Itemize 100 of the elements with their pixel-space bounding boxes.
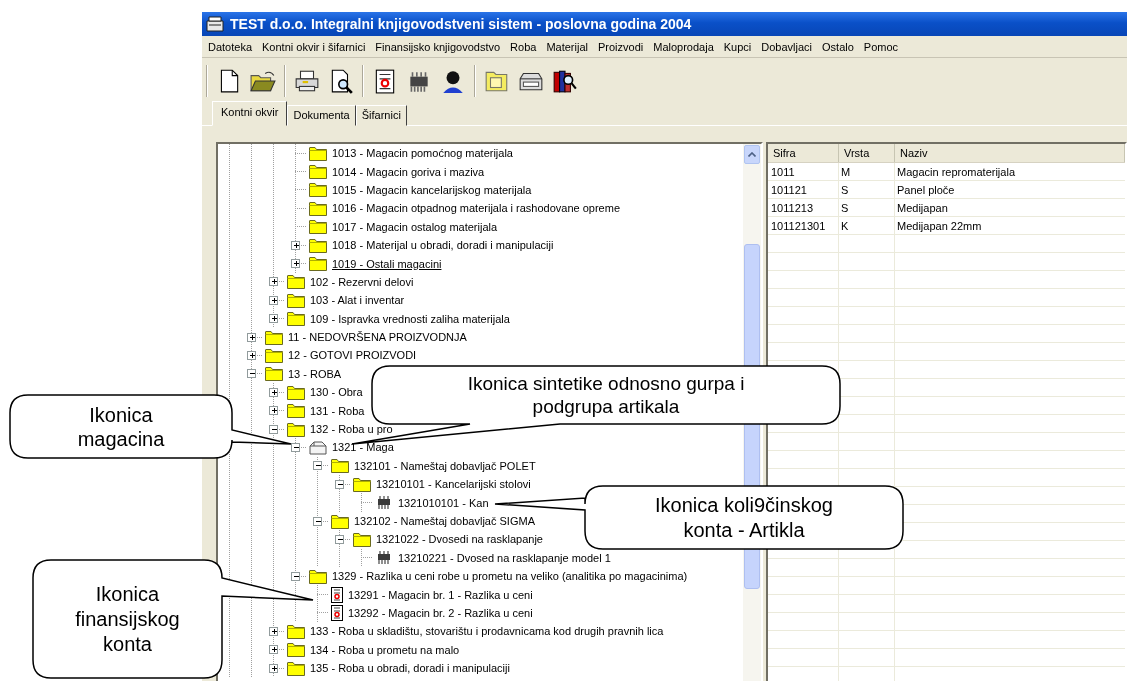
collapse-toggle[interactable] <box>268 424 278 434</box>
table-cell-text: K <box>840 219 850 234</box>
chip-icon <box>375 550 393 566</box>
tree-item[interactable]: 1017 - Magacin ostalog materijala <box>332 220 498 233</box>
folder-icon <box>265 366 283 382</box>
tree-item[interactable]: 133 - Roba u skladištu, stovarištu i prodavnicama kod drugih pravnih lica <box>310 625 664 638</box>
folder-icon <box>287 623 305 639</box>
tab[interactable]: Šifarnici <box>355 105 407 126</box>
tree-item[interactable]: 1321 - Maga <box>332 441 394 454</box>
expand-toggle[interactable] <box>268 295 278 305</box>
folder-icon <box>265 329 283 345</box>
column-header[interactable]: Naziv <box>895 144 1125 162</box>
tree-item[interactable]: 1019 - Ostali magacini <box>332 257 442 270</box>
expand-toggle[interactable] <box>246 332 256 342</box>
minus-icon <box>338 481 343 487</box>
plus-icon <box>272 628 277 634</box>
tree-item[interactable]: 132102 - Nameštaj dobavljač SIGMA <box>354 515 535 527</box>
tree-item[interactable]: 1329 - Razlika u ceni robe u prometu na veliko (analitika po magacinima) <box>332 570 688 583</box>
menu-item[interactable]: Finansijsko knjigovodstvo <box>375 40 501 53</box>
column-header[interactable]: Vrsta <box>839 144 895 162</box>
menu-item[interactable]: Pomoc <box>863 40 899 53</box>
tree-item[interactable]: 12 - GOTOVI PROIZVODI <box>288 349 417 362</box>
folder-icon <box>287 660 305 676</box>
expand-toggle[interactable] <box>268 314 278 324</box>
tree-item[interactable]: 1014 - Magacin goriva i maziva <box>332 165 485 178</box>
collapse-toggle[interactable] <box>334 479 344 489</box>
expand-toggle[interactable] <box>268 626 278 636</box>
tree-item[interactable]: 135 - Roba u obradi, doradi i manipulaciji <box>310 662 510 675</box>
tree-item[interactable]: 1321010101 - Kan <box>398 496 489 509</box>
expand-toggle[interactable] <box>268 645 278 655</box>
folder-icon <box>309 200 327 216</box>
tree-item[interactable]: 1015 - Magacin kancelarijskog materijala <box>332 183 532 196</box>
minus-icon <box>250 371 255 377</box>
minus-icon <box>272 426 277 432</box>
folder-icon <box>309 164 327 180</box>
folder-icon <box>287 642 305 658</box>
expand-toggle[interactable] <box>268 387 278 397</box>
expand-toggle[interactable] <box>268 406 278 416</box>
expand-toggle[interactable] <box>290 259 300 269</box>
document-icon <box>331 586 343 603</box>
books-icon[interactable] <box>552 68 578 94</box>
table-cell-text: Medijapan <box>896 201 949 216</box>
tree-item[interactable]: 13210101 - Kancelarijski stolovi <box>376 478 531 491</box>
menu-item[interactable]: Ostalo <box>822 40 854 53</box>
column-header[interactable]: Sifra <box>768 144 839 162</box>
collapse-toggle[interactable] <box>290 442 300 452</box>
menu-item[interactable]: Roba <box>510 40 537 53</box>
tree-item[interactable]: 1013 - Magacin pomoćnog materijala <box>332 147 513 160</box>
menu-item[interactable]: Dobavljaci <box>761 40 813 53</box>
tree-item[interactable]: 13210221 - Dvosed na rasklapanje model 1 <box>398 551 611 564</box>
tree-item[interactable]: 109 - Ispravka vrednosti zaliha materijala <box>310 312 510 325</box>
menu-item[interactable]: Proizvodi <box>597 40 644 53</box>
menu-item[interactable]: Materijal <box>546 40 588 53</box>
menu-item[interactable]: Maloprodaja <box>653 40 714 53</box>
collapse-toggle[interactable] <box>290 571 300 581</box>
tree-item[interactable]: 1016 - Magacin otpadnog materijala i rashodovane opreme <box>332 202 620 215</box>
collapse-toggle[interactable] <box>334 534 344 544</box>
scroll-up-button[interactable] <box>744 145 760 164</box>
expand-toggle[interactable] <box>290 240 300 250</box>
tree-item[interactable]: 1018 - Materijal u obradi, doradi i manipulaciji <box>332 239 554 252</box>
app-icon <box>206 16 224 32</box>
box-icon <box>309 439 327 455</box>
collapse-toggle[interactable] <box>312 516 322 526</box>
callout-text: Ikonica finansijskog konta <box>75 581 180 657</box>
collapse-toggle[interactable] <box>312 461 322 471</box>
collapse-toggle[interactable] <box>246 369 256 379</box>
tree-item[interactable]: 13291 - Magacin br. 1 - Razlika u ceni <box>348 588 533 601</box>
tree-item[interactable]: 1321022 - Dvosedi na rasklapanje <box>376 533 543 546</box>
table-cell-text: 101121 <box>770 183 808 198</box>
folder-icon <box>309 182 327 198</box>
minus-icon <box>338 536 343 542</box>
menu-item[interactable]: Kupci <box>723 40 752 53</box>
menu-item[interactable]: Datoteka <box>208 40 253 53</box>
tree-item[interactable]: 13 - ROBA <box>288 367 342 380</box>
plus-icon <box>272 408 277 414</box>
expand-toggle[interactable] <box>246 351 256 360</box>
tree-item[interactable]: 102 - Rezervni delovi <box>310 275 414 288</box>
expand-toggle[interactable] <box>268 277 278 287</box>
printer-icon[interactable] <box>294 68 320 94</box>
tree-item[interactable]: 103 - Alat i inventar <box>310 294 405 307</box>
tree-item[interactable]: 130 - Obra <box>310 386 363 399</box>
minus-icon <box>316 463 321 469</box>
tab[interactable]: Kontni okvir <box>212 101 288 126</box>
folder-icon <box>353 476 371 492</box>
menu-item[interactable]: Kontni okvir i šifarnici <box>262 40 366 53</box>
chip-icon <box>375 495 393 511</box>
expand-toggle[interactable] <box>268 663 278 673</box>
callout-text: Ikonica koli9činskog konta - Artikla <box>655 492 833 543</box>
table-cell-text: S <box>840 183 850 198</box>
tree-item[interactable]: 13292 - Magacin br. 2 - Razlika u ceni <box>348 606 533 619</box>
tree-item[interactable]: 132101 - Nameštaj dobavljač POLET <box>354 459 536 472</box>
tree-item[interactable]: 132 - Roba u pro <box>310 423 393 436</box>
tab[interactable]: Dokumenta <box>287 105 356 126</box>
tree-item[interactable]: 131 - Roba <box>310 404 365 417</box>
callout-text: Ikonica magacina <box>77 402 165 451</box>
table-cell-text: Panel ploče <box>896 183 956 198</box>
table-cell-text: Medijapan 22mm <box>896 219 983 234</box>
tree-item[interactable]: 11 - NEDOVRŠENA PROIZVODNJA <box>288 331 467 344</box>
folder-icon <box>287 311 305 327</box>
tree-item[interactable]: 134 - Roba u prometu na malo <box>310 643 460 656</box>
